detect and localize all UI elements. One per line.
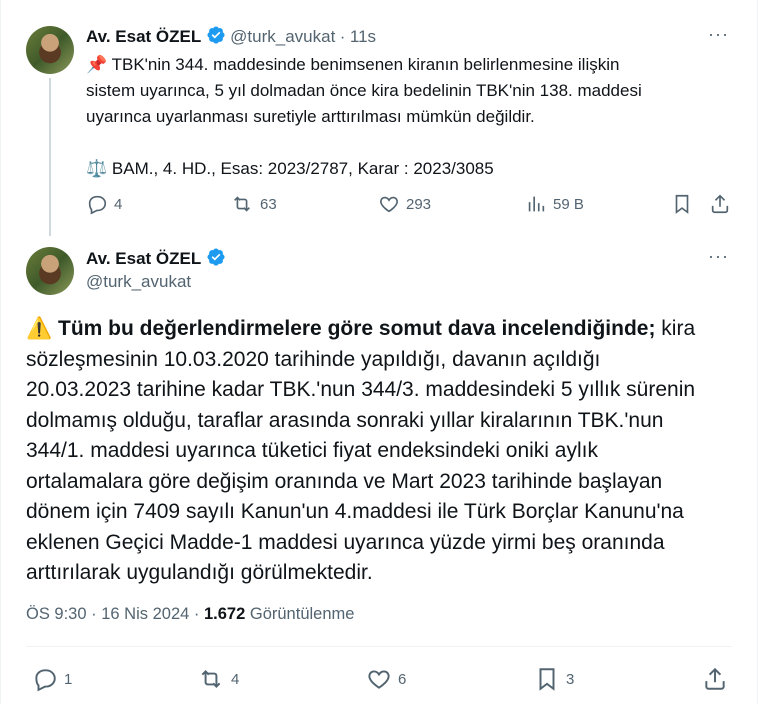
separator-dot: · — [91, 605, 97, 623]
more-options-icon[interactable]: ··· — [708, 24, 729, 45]
bookmark-button[interactable]: 3 — [534, 666, 574, 692]
repost-button[interactable]: 4 — [197, 666, 239, 692]
date[interactable]: 16 Nis 2024 — [101, 605, 189, 623]
bookmark-count: 3 — [566, 670, 575, 688]
bookmark-icon — [539, 668, 555, 691]
heart-icon — [368, 670, 390, 689]
warning-icon: ⚠️ — [26, 317, 53, 340]
views-button[interactable]: 59 B — [525, 193, 584, 215]
more-options-icon[interactable]: ··· — [708, 246, 729, 267]
tweet-text-line: uyarınca uyarlanması suretiyle arttırılm… — [86, 107, 535, 126]
reply-icon — [88, 195, 107, 215]
views-count: 59 B — [553, 195, 584, 213]
tweet-text-line: sözleşmesinin 10.03.2020 tarihinde yapıl… — [26, 347, 601, 371]
bookmark-icon — [675, 194, 689, 214]
author-handle[interactable]: @turk_avukat — [86, 272, 191, 292]
tweet-text-line: arttırılarak uygulandığı görülmektedir. — [26, 561, 373, 584]
author-handle[interactable]: @turk_avukat — [230, 27, 335, 46]
avatar[interactable] — [26, 247, 74, 295]
separator-dot: · — [339, 27, 346, 46]
tweet-text-line: TBK'nin 344. maddesinde benimsenen kiran… — [111, 55, 620, 74]
share-button[interactable] — [702, 666, 728, 692]
divider — [26, 646, 732, 647]
tweet-text-line: 344/1. maddesi uyarınca tüketici fiyat e… — [26, 439, 598, 462]
author-name[interactable]: Av. Esat ÖZEL — [86, 27, 201, 46]
views-count: 1.672 — [203, 605, 246, 623]
repost-count: 4 — [231, 670, 240, 688]
verified-badge-icon — [206, 247, 226, 272]
tweet-text-line: eklenen Geçici Madde-1 maddesi uyarınca … — [26, 530, 665, 554]
analytics-icon — [528, 196, 545, 212]
tweet-text-line: dolmamış olduğu, taraflar arasında sonra… — [26, 408, 664, 432]
tweet-text-line: sistem uyarınca, 5 yıl dolmadan önce kir… — [86, 81, 642, 100]
verified-badge-icon — [206, 25, 226, 50]
like-count: 293 — [406, 195, 432, 213]
repost-icon — [234, 196, 250, 212]
citation-text: BAM., 4. HD., Esas: 2023/2787, Karar : 2… — [111, 159, 494, 178]
timestamp[interactable]: ÖS 9:30 — [26, 605, 87, 623]
reply-header: Av. Esat ÖZEL @turk_avukat · 11s — [86, 25, 376, 50]
share-icon — [705, 667, 725, 690]
tweet-text-line: kira — [655, 317, 696, 340]
like-button[interactable]: 293 — [378, 193, 431, 215]
avatar[interactable] — [26, 26, 74, 74]
timestamp[interactable]: 11s — [350, 27, 376, 46]
reply-count: 1 — [64, 670, 73, 688]
share-icon — [711, 194, 729, 214]
tweet-text: 📌 TBK'nin 344. maddesinde benimsenen kir… — [86, 52, 726, 182]
bookmark-button[interactable] — [671, 193, 693, 215]
heart-icon — [380, 196, 398, 213]
tweet-bold-text: Tüm bu değerlendirmelere göre somut dava… — [58, 317, 656, 340]
separator-dot: · — [193, 605, 200, 623]
reply-button[interactable]: 1 — [32, 666, 72, 692]
reply-icon — [35, 669, 56, 692]
pin-icon: 📌 — [86, 55, 108, 74]
reply-count: 4 — [114, 195, 123, 213]
tweet-text-line: dönem için 7409 sayılı Kanun'un 4.maddes… — [26, 500, 684, 523]
reply-button[interactable]: 4 — [86, 193, 122, 215]
tweet-text-line: ortalamalara göre değişim oranında ve Ma… — [26, 469, 663, 493]
tweet-text-line: 20.03.2023 tarihine kadar TBK.'nun 344/3… — [26, 378, 696, 401]
repost-count: 63 — [260, 195, 277, 213]
tweet-text: ⚠️ Tüm bu değerlendirmelere göre somut d… — [26, 314, 734, 589]
views-label: Görüntülenme — [249, 605, 355, 623]
thread-connector-line — [49, 78, 51, 236]
scales-icon: ⚖️ — [86, 159, 108, 178]
like-count: 6 — [398, 670, 407, 688]
repost-button[interactable]: 63 — [230, 193, 277, 215]
author-name[interactable]: Av. Esat ÖZEL — [86, 249, 201, 268]
repost-icon — [201, 670, 221, 688]
tweet-meta: ÖS 9:30 · 16 Nis 2024 · 1.672 Görüntülen… — [26, 605, 354, 624]
main-author-name-row: Av. Esat ÖZEL — [86, 247, 226, 272]
share-button[interactable] — [709, 193, 731, 215]
like-button[interactable]: 6 — [366, 666, 406, 692]
